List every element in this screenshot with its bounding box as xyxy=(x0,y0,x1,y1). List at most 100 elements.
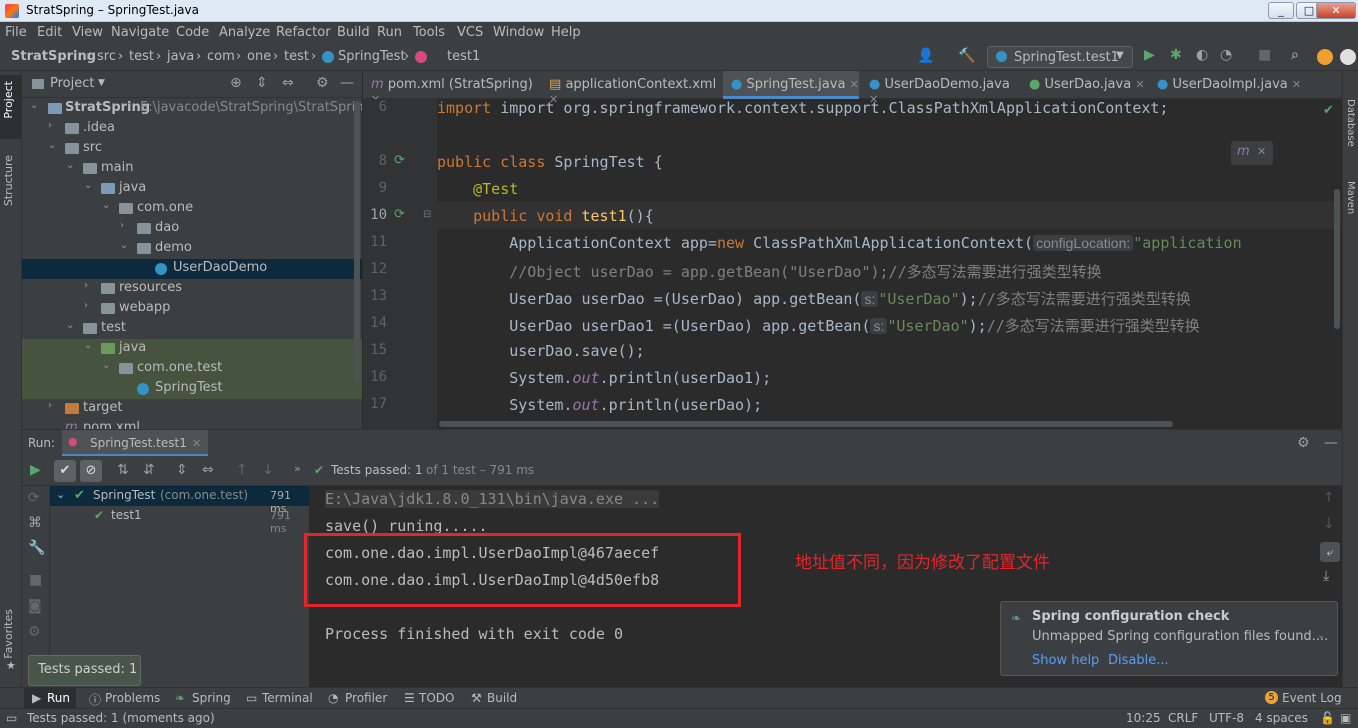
tree-item-webapp[interactable]: › webapp xyxy=(22,299,362,319)
menu-navigate[interactable]: Navigate xyxy=(111,25,169,40)
tree-item-src[interactable]: ⌄ src xyxy=(22,139,362,159)
tab-applicationcontext[interactable]: ▤ applicationContext.xml ✕ xyxy=(549,71,719,106)
soft-wrap-icon[interactable]: ⤶ xyxy=(1320,542,1340,562)
tree-item-com-one[interactable]: ⌄ com.one xyxy=(22,199,362,219)
test-item-springtest[interactable]: ⌄ ✔ SpringTest (com.one.test) 791 ms xyxy=(50,486,309,515)
bottom-tab-run[interactable]: Run xyxy=(47,691,70,705)
hide-icon[interactable]: — xyxy=(340,75,354,91)
tab-structure[interactable]: Structure xyxy=(2,155,15,206)
sort-alpha-icon[interactable]: ⇅ xyxy=(117,462,129,478)
menu-analyze[interactable]: Analyze xyxy=(219,25,270,40)
tab-project[interactable]: Project xyxy=(2,81,15,119)
close-icon[interactable]: ✕ xyxy=(192,437,201,450)
wrench-icon[interactable]: 🔧 xyxy=(28,540,45,556)
memory-icon[interactable]: ▣ xyxy=(1340,711,1351,725)
close-icon[interactable]: ✕ xyxy=(1257,145,1266,158)
editor-hscrollbar[interactable] xyxy=(439,421,1173,427)
tab-database[interactable]: Database xyxy=(1345,99,1356,147)
tree-item-root[interactable]: ⌄ StratSpring E:\javacode\StratSpring\St… xyxy=(22,99,362,119)
menu-build[interactable]: Build xyxy=(337,25,370,40)
tab-pom-xml[interactable]: m pom.xml (StratSpring) ✕ xyxy=(371,71,539,106)
editor-scrollbar[interactable] xyxy=(1334,189,1340,329)
breadcrumb-test[interactable]: test xyxy=(129,49,154,64)
up-arrow-icon[interactable]: ↑ xyxy=(1323,490,1335,506)
coverage-icon[interactable]: ◐ xyxy=(1196,47,1208,63)
locate-icon[interactable]: ⊕ xyxy=(230,75,242,91)
tree-item-main[interactable]: ⌄ main xyxy=(22,159,362,179)
updates-icon[interactable] xyxy=(1317,49,1333,65)
stop-icon[interactable]: ■ xyxy=(29,572,42,588)
menu-run[interactable]: Run xyxy=(377,25,402,40)
menu-file[interactable]: File xyxy=(5,25,27,40)
previous-failed-icon[interactable]: ↑ xyxy=(236,462,248,478)
run-tab[interactable]: ● SpringTest.test1 ✕ xyxy=(62,430,208,457)
fold-icon[interactable]: ⊟ xyxy=(423,209,431,220)
export-icon[interactable]: ⚙ xyxy=(28,624,41,640)
breadcrumb-one[interactable]: one xyxy=(247,49,271,64)
maven-reload-popup[interactable]: m ✕ xyxy=(1231,141,1273,165)
bottom-tab-build[interactable]: Build xyxy=(487,691,517,705)
bottom-tab-terminal[interactable]: Terminal xyxy=(262,691,313,705)
breadcrumb-test2[interactable]: test xyxy=(284,49,309,64)
expand-all-icon[interactable]: ⇕ xyxy=(256,75,268,91)
bottom-tab-spring[interactable]: Spring xyxy=(192,691,231,705)
tree-item-pom[interactable]: m pom.xml xyxy=(22,419,362,429)
menu-view[interactable]: View xyxy=(72,25,103,40)
breadcrumb-com[interactable]: com xyxy=(207,49,235,64)
user-icon[interactable]: 👤 xyxy=(917,48,934,64)
run-gutter-icon[interactable]: ⟳ xyxy=(394,153,405,168)
tab-maven[interactable]: Maven xyxy=(1345,181,1356,214)
caret-position[interactable]: 10:25 xyxy=(1126,711,1161,725)
menu-tools[interactable]: Tools xyxy=(413,25,445,40)
tab-userdaodemo[interactable]: ● UserDaoDemo.java ✕ xyxy=(869,71,1019,106)
breadcrumb-springtest[interactable]: SpringTest xyxy=(338,49,406,64)
camera-icon[interactable]: ◙ xyxy=(28,598,42,614)
breadcrumb-project[interactable]: StratSpring xyxy=(11,49,96,64)
tree-item-idea[interactable]: › .idea xyxy=(22,119,362,139)
next-failed-icon[interactable]: ↓ xyxy=(262,462,274,478)
tree-item-dao[interactable]: › dao xyxy=(22,219,362,239)
profile-icon[interactable]: ◔ xyxy=(1220,47,1232,63)
down-arrow-icon[interactable]: ↓ xyxy=(1323,516,1335,532)
toggle-auto-test-icon[interactable]: ⌘ xyxy=(28,515,42,531)
menu-help[interactable]: Help xyxy=(551,25,581,40)
file-encoding[interactable]: UTF-8 xyxy=(1209,711,1244,725)
show-help-link[interactable]: Show help xyxy=(1032,653,1099,668)
tree-item-target[interactable]: › target xyxy=(22,399,362,419)
collapse-all-icon[interactable]: ⇔ xyxy=(202,462,214,478)
run-config-select[interactable]: SpringTest.test1 ▼ xyxy=(987,46,1133,68)
sort-duration-icon[interactable]: ⇵ xyxy=(143,462,155,478)
tree-item-demo[interactable]: ⌄ demo xyxy=(22,239,362,259)
scroll-to-end-icon[interactable]: ⤓ xyxy=(1323,568,1329,584)
tree-item-test[interactable]: ⌄ test xyxy=(22,319,362,339)
menu-refactor[interactable]: Refactor xyxy=(276,25,331,40)
project-scrollbar[interactable] xyxy=(354,101,360,381)
project-view-select[interactable]: Project xyxy=(50,76,94,91)
jetbrains-account-icon[interactable] xyxy=(1340,49,1356,65)
search-icon[interactable]: ⌕ xyxy=(1291,47,1299,63)
tab-userdaoimpl[interactable]: ● UserDaoImpl.java ✕ xyxy=(1157,71,1307,99)
chevron-down-icon[interactable]: ⌄ xyxy=(1317,630,1325,641)
tree-item-test-java[interactable]: ⌄ java xyxy=(22,339,362,359)
line-separator[interactable]: CRLF xyxy=(1168,711,1198,725)
close-icon[interactable]: ✕ xyxy=(850,78,859,91)
tree-item-com-one-test[interactable]: ⌄ com.one.test xyxy=(22,359,362,379)
lock-icon[interactable]: 🔓 xyxy=(1320,711,1335,725)
tab-favorites[interactable]: Favorites xyxy=(2,609,15,659)
breadcrumb-test1[interactable]: test1 xyxy=(447,49,480,64)
menu-window[interactable]: Window xyxy=(493,25,544,40)
indent-setting[interactable]: 4 spaces xyxy=(1255,711,1308,725)
show-passed-icon[interactable]: ✔ xyxy=(54,460,76,482)
tab-springtest[interactable]: ● SpringTest.java ✕ xyxy=(723,71,859,99)
gear-icon[interactable]: ⚙ xyxy=(1297,435,1310,451)
more-icon[interactable]: » xyxy=(294,462,301,475)
stop-icon[interactable]: ■ xyxy=(1258,47,1271,63)
bottom-tab-profiler[interactable]: Profiler xyxy=(345,691,387,705)
tree-item-resources[interactable]: › resources xyxy=(22,279,362,299)
menu-code[interactable]: Code xyxy=(176,25,209,40)
close-icon[interactable]: ✕ xyxy=(1292,78,1301,91)
breadcrumb-java[interactable]: java xyxy=(167,49,194,64)
build-hammer-icon[interactable]: 🔨 xyxy=(958,48,975,64)
rerun-icon[interactable]: ▶ xyxy=(30,462,41,478)
menu-vcs[interactable]: VCS xyxy=(457,25,483,40)
